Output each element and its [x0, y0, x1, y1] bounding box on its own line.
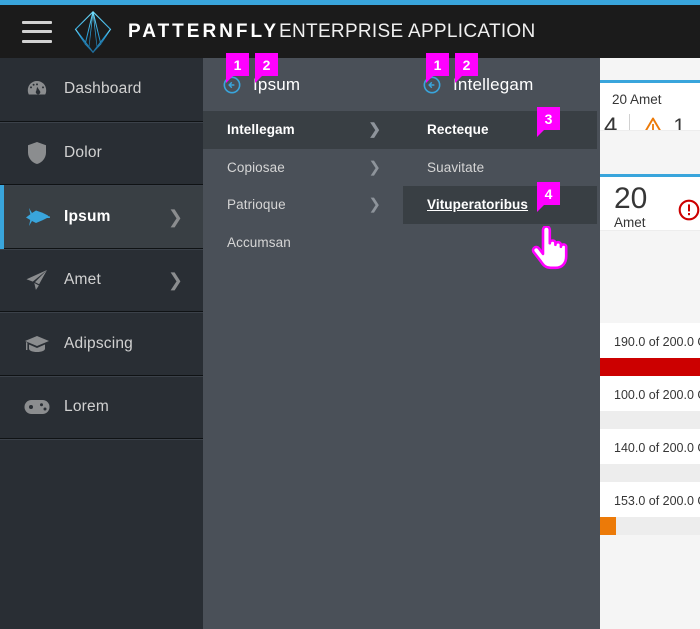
sidebar-item-label: Lorem [64, 398, 109, 416]
ipsum-subpanel-title: Ipsum [253, 74, 301, 94]
chevron-right-icon: ❯ [167, 270, 183, 291]
ipsum-subpanel: Ipsum Intellegam ❯ Copiosae ❯ Patrioque … [203, 58, 403, 629]
storage-label: 140.0 of 200.0 GB [614, 441, 700, 455]
card-footer [600, 130, 700, 152]
subitem-label: Accumsan [227, 234, 291, 250]
sidebar-item-adipscing[interactable]: Adipscing [0, 312, 203, 376]
sidebar-item-label: Dashboard [64, 80, 142, 98]
gamepad-icon [24, 394, 50, 420]
primary-navigation-sidebar: Dashboard Dolor Ipsum ❯ Amet ❯ Adipscing… [0, 58, 203, 629]
chevron-right-icon: ❯ [368, 158, 381, 176]
subitem-label: Vituperatoribus [427, 197, 529, 213]
storage-bar-fill [600, 517, 617, 535]
graduation-cap-icon [24, 331, 50, 357]
subitem-suavitate[interactable]: Suavitate [403, 149, 597, 187]
sidebar-item-ipsum[interactable]: Ipsum ❯ [0, 185, 203, 249]
amet-count-card: 20 Amet [600, 174, 700, 252]
hamburger-bar [22, 39, 52, 43]
back-arrow-circle-icon[interactable] [223, 76, 241, 94]
subitem-label: Recteque [427, 122, 489, 138]
storage-row: 140.0 of 200.0 GB [600, 429, 700, 482]
storage-row: 153.0 of 200.0 GB [600, 482, 700, 535]
subitem-label: Patrioque [227, 197, 286, 213]
hamburger-bar [22, 30, 52, 33]
sidebar-item-lorem[interactable]: Lorem [0, 375, 203, 439]
storage-bar-fill [600, 358, 700, 376]
subitem-label: Copiosae [227, 159, 285, 175]
back-arrow-circle-icon[interactable] [423, 76, 441, 94]
brand-text: PATTERNFLYENTERPRISE APPLICATION [128, 21, 536, 43]
storage-label: 190.0 of 200.0 GB [614, 335, 700, 349]
shield-icon [24, 140, 50, 166]
sidebar-item-dashboard[interactable]: Dashboard [0, 58, 203, 122]
subitem-accumsan[interactable]: Accumsan [203, 224, 403, 262]
paper-plane-icon [24, 267, 50, 293]
storage-bar [600, 411, 700, 429]
chevron-right-icon: ❯ [167, 206, 183, 227]
sidebar-item-amet[interactable]: Amet ❯ [0, 248, 203, 312]
app-root: PATTERNFLYENTERPRISE APPLICATION Dashboa… [0, 0, 700, 629]
storage-usage-list: 190.0 of 200.0 GB 100.0 of 200.0 GB 140.… [600, 323, 700, 535]
subitem-vituperatoribus[interactable]: Vituperatoribus [403, 186, 597, 224]
subitem-patrioque[interactable]: Patrioque ❯ [203, 186, 403, 224]
sidebar-item-label: Ipsum [64, 207, 111, 225]
chevron-right-icon: ❯ [368, 196, 381, 214]
sidebar-item-label: Amet [64, 271, 101, 289]
sidebar-empty-space [0, 439, 203, 629]
storage-bar [600, 517, 700, 535]
sidebar-item-label: Dolor [64, 144, 103, 162]
chevron-right-icon: ❯ [368, 121, 381, 139]
storage-bar [600, 464, 700, 482]
storage-row: 190.0 of 200.0 GB [600, 323, 700, 376]
rocket-icon [24, 204, 50, 230]
dashboard-icon [24, 76, 50, 102]
brand-subtitle: ENTERPRISE APPLICATION [279, 20, 536, 42]
subitem-intellegam[interactable]: Intellegam ❯ [203, 111, 403, 149]
subitem-label: Suavitate [427, 159, 485, 175]
storage-row: 100.0 of 200.0 GB [600, 376, 700, 429]
intellegam-subpanel-title: Intellegam [453, 74, 534, 94]
card-title: 20 Amet [612, 92, 662, 107]
card-footer [600, 230, 700, 252]
sidebar-item-label: Adipscing [64, 334, 134, 352]
amet-summary-card: 20 Amet 4 1 [600, 80, 700, 152]
main-content-area: 20 Amet 4 1 20 Amet 190.0 of 200.0 100.0… [597, 58, 700, 629]
masthead: PATTERNFLYENTERPRISE APPLICATION [0, 5, 700, 58]
sidebar-item-dolor[interactable]: Dolor [0, 121, 203, 185]
storage-label: 153.0 of 200.0 GB [614, 494, 700, 508]
hamburger-icon[interactable] [22, 20, 52, 43]
subitem-label: Intellegam [227, 122, 295, 138]
intellegam-subpanel: Intellegam Recteque Suavitate Vituperato… [403, 58, 597, 629]
patternfly-logo-icon[interactable] [70, 9, 116, 55]
intellegam-subpanel-header: Intellegam [403, 58, 597, 111]
storage-label: 100.0 of 200.0 GB [614, 388, 700, 402]
hamburger-bar [22, 20, 52, 24]
storage-bar [600, 358, 700, 376]
ipsum-subpanel-header: Ipsum [203, 58, 403, 111]
subitem-recteque[interactable]: Recteque [403, 111, 597, 149]
subitem-copiosae[interactable]: Copiosae ❯ [203, 149, 403, 187]
error-circle-icon [678, 199, 700, 221]
brand-name: PATTERNFLY [128, 20, 280, 42]
